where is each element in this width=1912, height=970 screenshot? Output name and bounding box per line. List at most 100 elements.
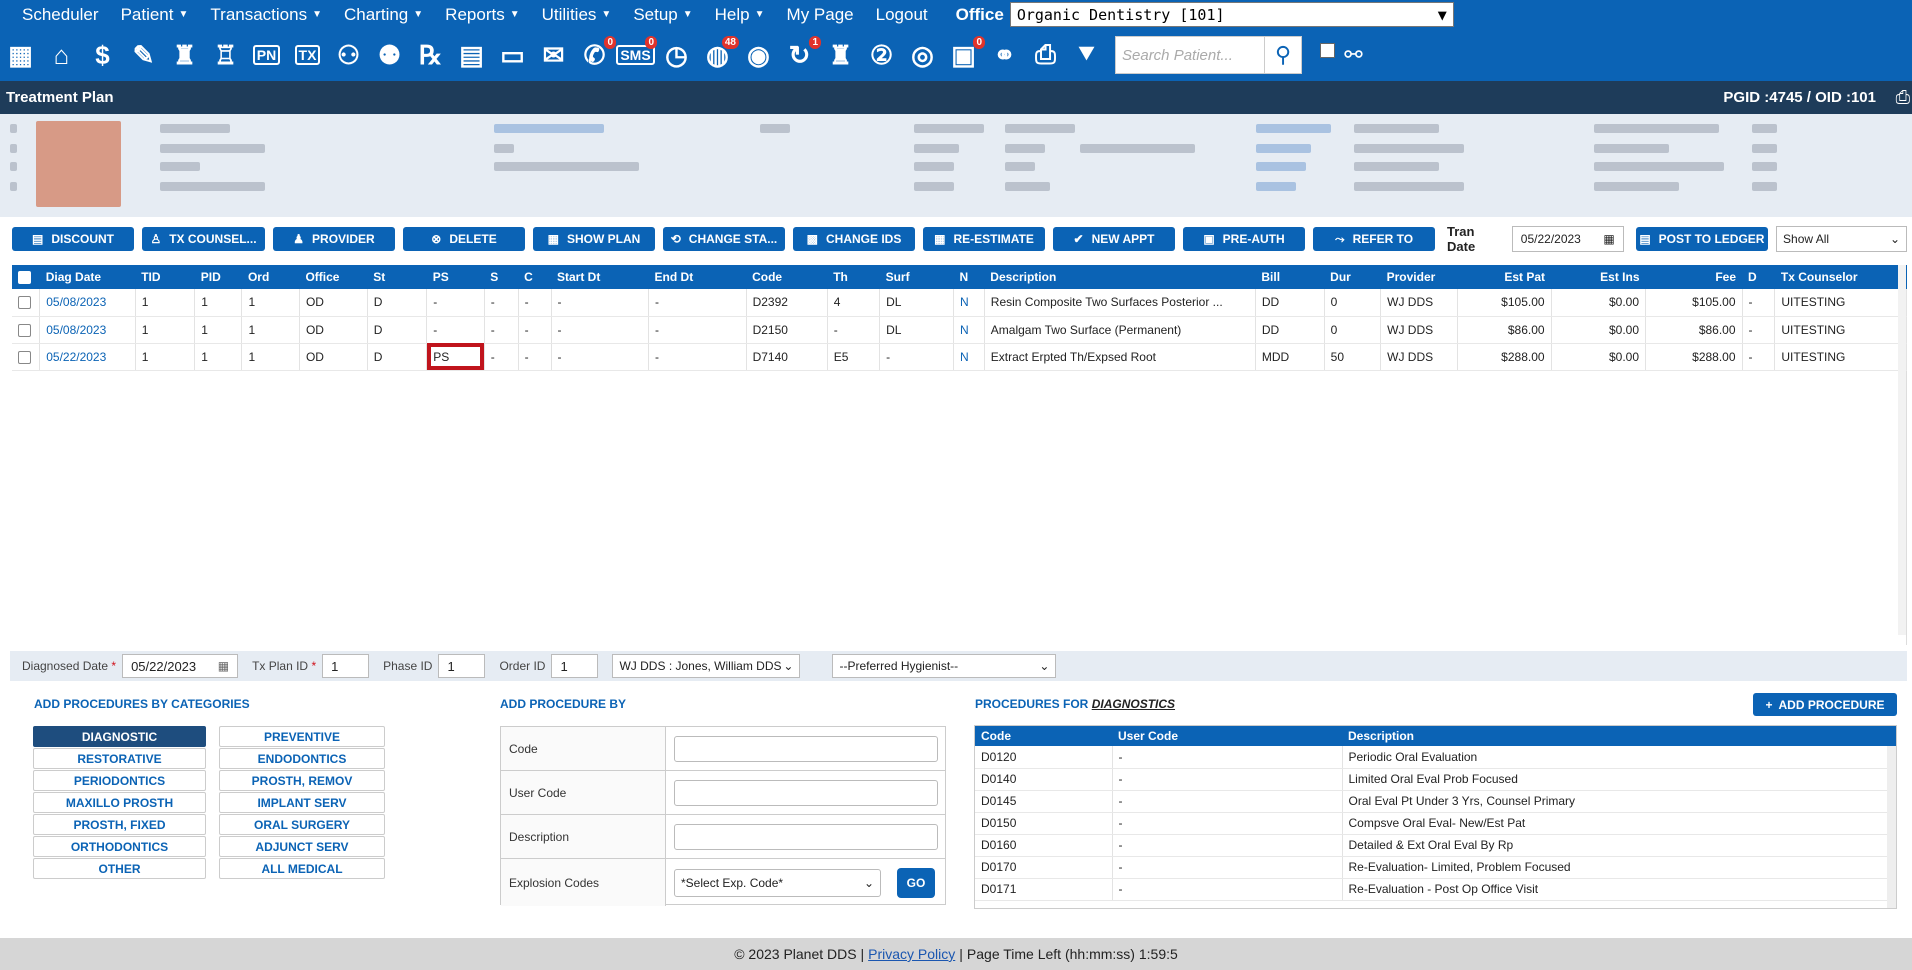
select-all-checkbox[interactable] <box>18 271 31 285</box>
procedure-row[interactable]: D0150- Compsve Oral Eval- New/Est Pat <box>975 812 1896 835</box>
tx-counsel-button[interactable]: ♙ TX COUNSEL... <box>142 227 265 251</box>
col-code[interactable]: Code <box>746 265 828 289</box>
diag-date-link[interactable]: 05/08/2023 <box>46 323 106 337</box>
add-family-icon[interactable]: ⚉ <box>371 35 408 75</box>
menu-utilities[interactable]: Utilities ▼ <box>520 0 612 29</box>
provider-button[interactable]: ♟ PROVIDER <box>273 227 395 251</box>
show-all-select[interactable]: Show All ⌄ <box>1776 226 1907 252</box>
description-input[interactable] <box>674 823 938 850</box>
category-implant-serv[interactable]: IMPLANT SERV <box>219 792 385 813</box>
print-icon[interactable]: ⎙ <box>1027 35 1064 75</box>
table-row[interactable]: 05/08/2023 1 1 1 OD D - - - - - D2392 4 DL N Resin Comp… <box>12 289 1907 317</box>
printer-icon[interactable]: ⎙ <box>1896 87 1910 108</box>
post-to-ledger-button[interactable]: ▤ POST TO LEDGER <box>1635 227 1769 251</box>
family-icon[interactable]: ⚭ <box>986 35 1023 75</box>
category-oral-surgery[interactable]: ORAL SURGERY <box>219 814 385 835</box>
procedure-row[interactable]: D0171- Re-Evaluation - Post Op Office Vis… <box>975 878 1896 901</box>
diagnosed-date-input[interactable]: 05/22/2023 ▦ <box>122 654 239 678</box>
procedure-row[interactable]: D0140- Limited Oral Eval Prob Focused <box>975 768 1896 791</box>
tooth-icon[interactable]: ♜ <box>166 35 203 75</box>
table-row[interactable]: 05/22/2023 1 1 1 OD D PS - - - - D7140 E5- N Extract E… <box>12 343 1907 371</box>
message-icon[interactable]: ✆ 0 <box>576 35 616 75</box>
menu-help[interactable]: Help ▼ <box>693 0 765 29</box>
col-end-dt[interactable]: End Dt <box>648 265 747 289</box>
category-all-medical[interactable]: ALL MEDICAL <box>219 858 385 879</box>
category-prosth-remov[interactable]: PROSTH, REMOV <box>219 770 385 791</box>
menu-patient[interactable]: Patient ▼ <box>99 0 189 29</box>
mail-icon[interactable]: ✉ <box>535 35 572 75</box>
phase-id-input[interactable]: 1 <box>438 654 486 678</box>
discount-button[interactable]: ▤ DISCOUNT <box>12 227 134 251</box>
col-diag-date[interactable]: Diag Date <box>39 265 136 289</box>
col-est-pat[interactable]: Est Pat <box>1457 265 1552 289</box>
tran-date-input[interactable]: 05/22/2023 ▦ <box>1511 226 1624 252</box>
menu-my-page[interactable]: My Page <box>765 0 854 29</box>
calendar-icon[interactable]: ▦ <box>2 35 39 75</box>
dollar-icon[interactable]: $ <box>84 35 121 75</box>
patient-search-icon[interactable]: ⚲ <box>1265 36 1302 74</box>
menu-charting[interactable]: Charting ▼ <box>322 0 423 29</box>
tooth-chart-icon[interactable]: ♖ <box>207 35 244 75</box>
col-surf[interactable]: Surf <box>879 265 954 289</box>
procedure-row[interactable]: D0160- Detailed & Ext Oral Eval By Rp <box>975 834 1896 857</box>
provider-select[interactable]: WJ DDS : Jones, William DDS ⌄ <box>612 654 801 678</box>
tooth-number-icon[interactable]: ② <box>863 35 900 75</box>
edit-icon[interactable]: ✎ <box>125 35 162 75</box>
select-all-header[interactable] <box>12 265 40 289</box>
web-icon[interactable]: ◎ <box>904 35 941 75</box>
diag-date-link[interactable]: 05/22/2023 <box>46 350 106 364</box>
col-description[interactable]: Description <box>984 265 1256 289</box>
category-prosth-fixed[interactable]: PROSTH, FIXED <box>33 814 206 835</box>
family-search-icon[interactable]: ⚯ <box>1335 36 1372 74</box>
col-pid[interactable]: PID <box>194 265 242 289</box>
change-ids-button[interactable]: ▩ CHANGE IDS <box>793 227 915 251</box>
diag-date-link[interactable]: 05/08/2023 <box>46 295 106 309</box>
col-th[interactable]: Th <box>827 265 880 289</box>
delete-button[interactable]: ⊗ DELETE <box>403 227 525 251</box>
category-maxillo-prosth[interactable]: MAXILLO PROSTH <box>33 792 206 813</box>
category-diagnostic[interactable]: DIAGNOSTIC <box>33 726 206 747</box>
office-select[interactable]: Organic Dentistry [101] ▼ <box>1009 2 1454 27</box>
row-checkbox[interactable] <box>18 350 31 364</box>
col-bill[interactable]: Bill <box>1255 265 1325 289</box>
add-patient-icon[interactable]: ⚇ <box>330 35 367 75</box>
category-periodontics[interactable]: PERIODONTICS <box>33 770 206 791</box>
rx-icon[interactable]: ℞ <box>412 35 449 75</box>
row-select-cell[interactable] <box>12 316 41 344</box>
category-restorative[interactable]: RESTORATIVE <box>33 748 206 769</box>
col-fee[interactable]: Fee <box>1645 265 1743 289</box>
row-checkbox[interactable] <box>18 323 31 337</box>
tx-plan-id-input[interactable]: 1 <box>322 654 370 678</box>
table-scrollbar[interactable] <box>1898 265 1906 635</box>
search-patient-input[interactable]: Search Patient... <box>1115 36 1265 74</box>
menu-setup[interactable]: Setup ▼ <box>611 0 692 29</box>
col-n[interactable]: N <box>953 265 985 289</box>
col-d[interactable]: D <box>1742 265 1775 289</box>
order-id-input[interactable]: 1 <box>551 654 599 678</box>
category-endodontics[interactable]: ENDODONTICS <box>219 748 385 769</box>
menu-logout[interactable]: Logout <box>854 0 928 29</box>
procedure-row[interactable]: D0145- Oral Eval Pt Under 3 Yrs, Counsel … <box>975 790 1896 813</box>
recall-icon[interactable]: ↻ 1 <box>781 35 821 75</box>
cell-diag-date[interactable]: 05/08/2023 <box>39 316 136 344</box>
globe-people-icon[interactable]: ◍ 48 <box>699 35 739 75</box>
procedure-row[interactable]: D0170- Re-Evaluation- Limited, Problem Fo… <box>975 856 1896 879</box>
expand-icon[interactable]: ⯆ <box>1068 35 1105 75</box>
category-adjunct-serv[interactable]: ADJUNCT SERV <box>219 836 385 857</box>
change-sta-button[interactable]: ⟲ CHANGE STA... <box>663 227 785 251</box>
col-dur[interactable]: Dur <box>1324 265 1381 289</box>
home-icon[interactable]: ⌂ <box>43 35 80 75</box>
explosion-code-select[interactable]: *Select Exp. Code* ⌄ <box>674 868 881 897</box>
clock-icon[interactable]: ◷ <box>658 35 695 75</box>
row-select-cell[interactable] <box>12 289 41 317</box>
procedures-scrollbar[interactable] <box>1887 746 1896 908</box>
user-code-input[interactable] <box>674 779 938 806</box>
hygienist-select[interactable]: --Preferred Hygienist-- ⌄ <box>832 654 1057 678</box>
col-tx-counselor[interactable]: Tx Counselor <box>1774 265 1907 289</box>
category-other[interactable]: OTHER <box>33 858 206 879</box>
note-icon[interactable]: ▤ <box>453 35 490 75</box>
privacy-policy-link[interactable]: Privacy Policy <box>868 946 955 962</box>
pre-auth-button[interactable]: ▣ PRE-AUTH <box>1183 227 1305 251</box>
form-icon[interactable]: ▣ 0 <box>945 35 985 75</box>
row-checkbox[interactable] <box>18 296 31 310</box>
